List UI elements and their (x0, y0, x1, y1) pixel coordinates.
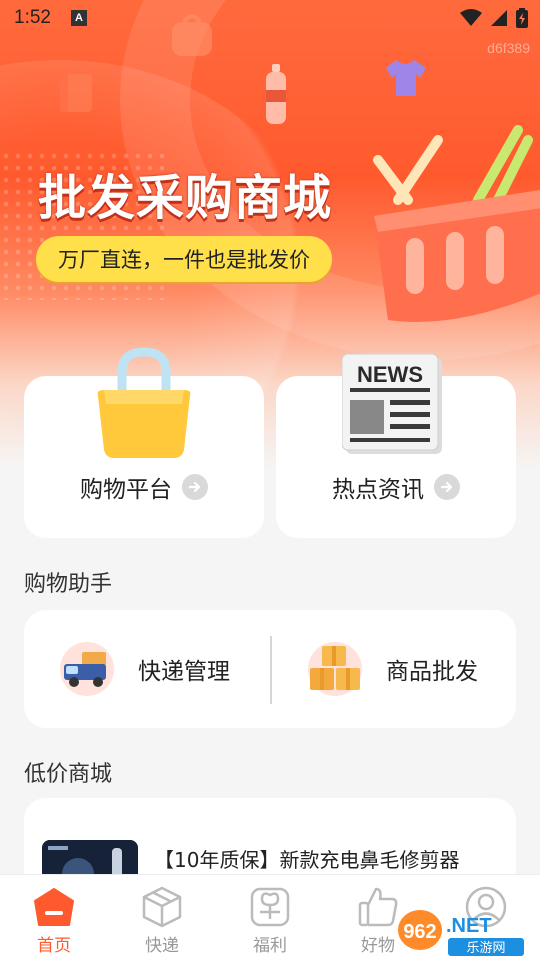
status-bar: 1:52 A (0, 0, 540, 36)
delivery-truck-icon (60, 642, 114, 696)
status-time: 1:52 (14, 7, 51, 28)
site-logo: 962 .NET 乐游网 (398, 910, 524, 956)
feature-card-shopping[interactable]: 购物平台 (24, 347, 264, 538)
feature-card-label: 购物平台 (80, 477, 172, 503)
shopping-basket-icon (373, 125, 540, 322)
tab-label: 首页 (37, 936, 71, 956)
book-icon (60, 74, 92, 112)
hero-title: 批发采购商城 (38, 170, 333, 226)
assistant-item-express[interactable]: 快递管理 (58, 610, 230, 728)
home-icon (34, 888, 74, 926)
assistant-item-label: 快递管理 (138, 659, 230, 685)
arrow-right-icon (182, 474, 208, 500)
tab-express[interactable]: 快递 (108, 875, 216, 960)
notification-icon: A (70, 10, 87, 26)
divider (270, 636, 272, 704)
assistant-item-wholesale[interactable]: 商品批发 (306, 610, 478, 728)
logo-suffix: .NET (446, 915, 492, 937)
feature-card-label: 热点资讯 (332, 477, 424, 503)
arrow-right-icon (434, 474, 460, 500)
hero-subtitle-pill: 万厂直连，一件也是批发价 (36, 236, 332, 282)
tab-label: 快递 (145, 936, 179, 956)
wifi-icon (460, 9, 482, 26)
watermark: d6f389 (487, 40, 530, 56)
tab-label: 好物 (361, 936, 395, 956)
section-title-assistant: 购物助手 (24, 572, 113, 597)
bottle-icon (266, 64, 286, 124)
package-icon (142, 886, 182, 928)
feature-card-news[interactable]: NEWS 热点资讯 (276, 354, 516, 538)
tab-welfare[interactable]: 福利 (216, 875, 324, 960)
logo-number: 962 (403, 921, 436, 943)
tshirt-icon (386, 60, 426, 96)
section-title-mall: 低价商城 (24, 762, 113, 787)
assistant-card: 快递管理 商品批发 (24, 610, 516, 728)
logo-caption: 乐游网 (466, 941, 505, 956)
shopping-bag-icon (97, 347, 191, 458)
tab-home[interactable]: 首页 (0, 875, 108, 960)
news-icon-text: NEWS (357, 362, 423, 387)
tab-label: 福利 (253, 936, 287, 956)
signal-icon (491, 10, 507, 26)
product-name: 【10年质保】新款充电鼻毛修剪器 (154, 848, 460, 872)
boxes-icon (308, 642, 362, 696)
assistant-item-label: 商品批发 (386, 659, 478, 685)
battery-icon (516, 8, 528, 28)
newspaper-icon: NEWS (342, 354, 442, 454)
gift-icon (250, 887, 290, 927)
